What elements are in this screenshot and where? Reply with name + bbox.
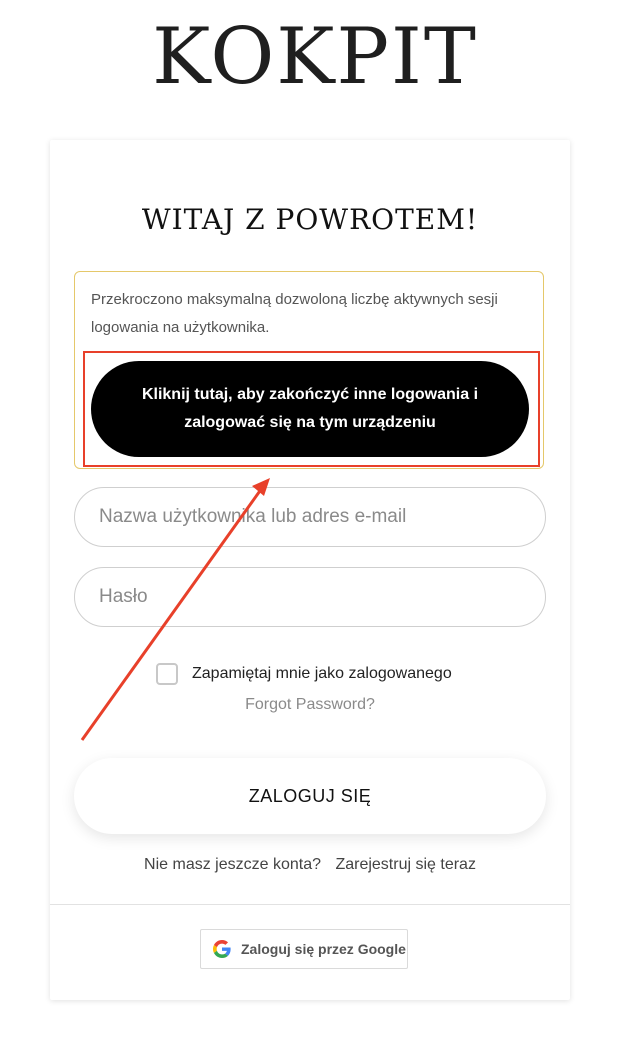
forgot-password-link[interactable]: Forgot Password? bbox=[50, 696, 570, 714]
divider bbox=[50, 904, 570, 905]
google-login-button[interactable]: Zaloguj się przez Google bbox=[200, 929, 408, 969]
login-button[interactable]: ZALOGUJ SIĘ bbox=[74, 758, 546, 834]
notice-text: Przekroczono maksymalną dozwoloną liczbę… bbox=[91, 291, 498, 336]
card-heading: WITAJ Z POWROTEM! bbox=[141, 203, 479, 236]
google-login-label: Zaloguj się przez Google bbox=[241, 941, 406, 957]
session-limit-notice: Przekroczono maksymalną dozwoloną liczbę… bbox=[74, 271, 544, 469]
register-link[interactable]: Zarejestruj się teraz bbox=[335, 856, 476, 873]
google-icon bbox=[213, 940, 231, 958]
remember-me-checkbox[interactable] bbox=[156, 663, 178, 685]
remember-me-label[interactable]: Zapamiętaj mnie jako zalogowanego bbox=[192, 665, 452, 683]
no-account-text: Nie masz jeszcze konta? bbox=[144, 856, 321, 873]
login-card: WITAJ Z POWROTEM! Przekroczono maksymaln… bbox=[50, 140, 570, 1000]
register-row: Nie masz jeszcze konta? Zarejestruj się … bbox=[50, 856, 570, 874]
password-input[interactable] bbox=[74, 567, 546, 627]
remember-me-row: Zapamiętaj mnie jako zalogowanego bbox=[156, 659, 452, 689]
terminate-sessions-button[interactable]: Kliknij tutaj, aby zakończyć inne logowa… bbox=[91, 361, 529, 457]
site-title: KOKPIT bbox=[152, 12, 478, 102]
username-input[interactable] bbox=[74, 487, 546, 547]
